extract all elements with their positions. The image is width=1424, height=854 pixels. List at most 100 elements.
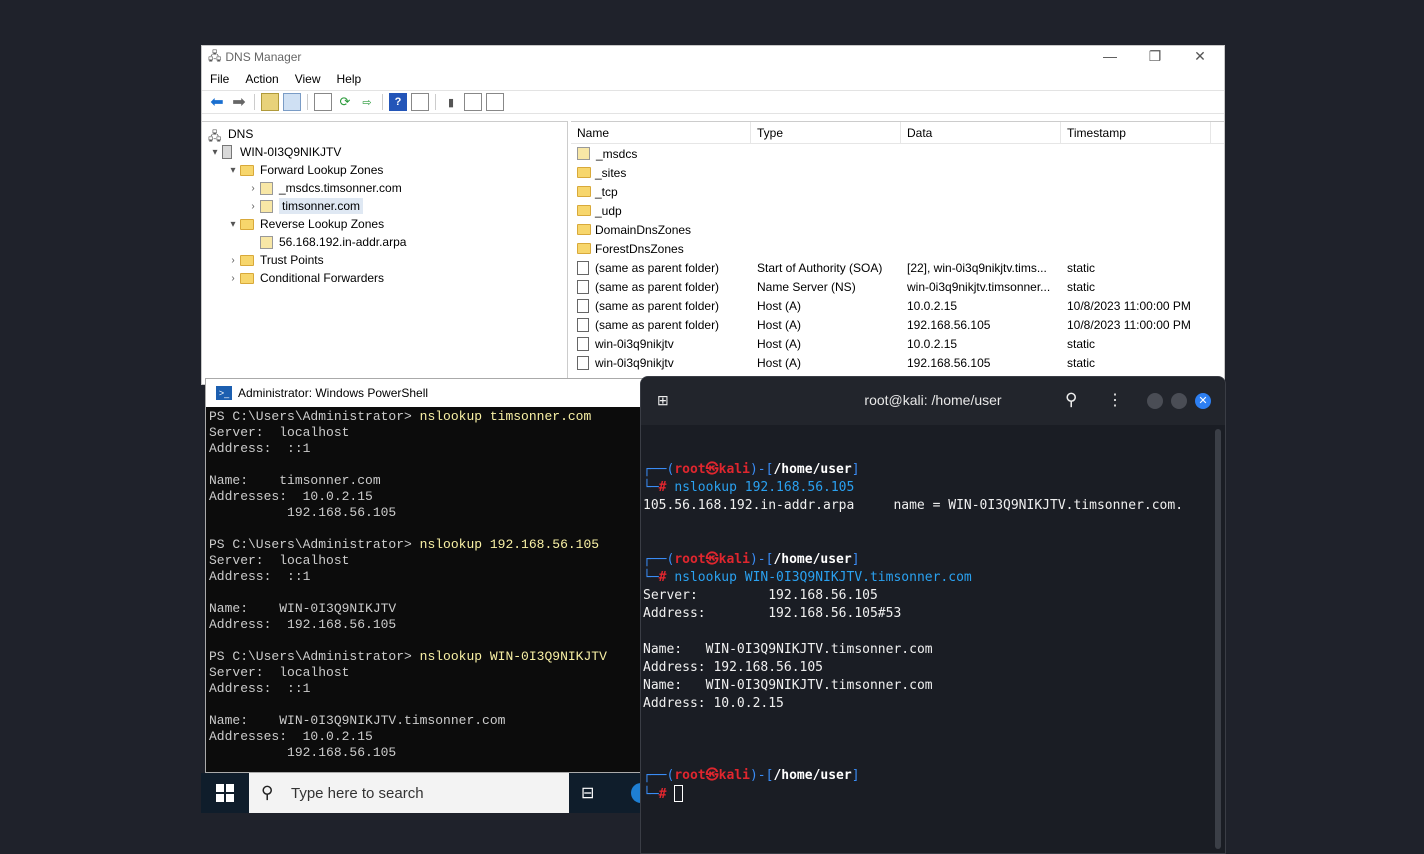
dns-tree-pane: 🖧 DNS ▾ WIN-0I3Q9NIKJTV ▾ Forward Lookup… [202,121,568,385]
powershell-console[interactable]: PS C:\Users\Administrator> nslookup tims… [206,407,644,763]
ps-output: Server: localhost Address: ::1 Name: WIN… [209,665,506,760]
prompt-cwd: /home/user [773,768,852,783]
record-name-cell: DomainDnsZones [571,223,751,237]
menu-help[interactable]: Help [337,72,362,86]
maximize-icon[interactable] [1171,393,1187,409]
task-view-icon[interactable]: ⊟ [581,783,605,803]
properties-icon[interactable] [314,93,332,111]
close-icon[interactable]: ✕ [1177,46,1223,68]
tree-item-reverse-zones[interactable]: ▾ Reverse Lookup Zones [226,215,384,233]
prompt-cwd: /home/user [773,552,852,567]
chevron-down-icon[interactable]: ▾ [208,147,222,158]
table-row[interactable]: (same as parent folder) Name Server (NS) w… [571,277,1224,296]
minimize-icon[interactable] [1147,393,1163,409]
table-row[interactable]: DomainDnsZones [571,220,1224,239]
tree-item-conditional-forwarders[interactable]: › Conditional Forwarders [226,269,384,287]
taskbar-search[interactable]: ⚲ Type here to search [249,773,569,813]
record-type: Host (A) [757,336,802,351]
chevron-right-icon[interactable]: › [226,273,240,284]
chevron-right-icon[interactable]: › [246,183,260,194]
column-header-timestamp[interactable]: Timestamp [1061,122,1211,143]
folder-icon [577,205,591,216]
table-row[interactable]: (same as parent folder) Start of Authorit… [571,258,1224,277]
record-name: ForestDnsZones [595,241,684,256]
chevron-down-icon[interactable]: ▾ [226,165,240,176]
list-rows: _msdcs _sites _tcp _udp DomainDnsZones Forest… [571,144,1224,372]
folder-icon [577,167,591,178]
server-icon[interactable]: ▮ [442,93,460,111]
record-icon [577,317,589,332]
table-row[interactable]: _tcp [571,182,1224,201]
tree-item-dns[interactable]: 🖧 DNS [208,125,253,143]
close-icon[interactable]: ✕ [1195,393,1211,409]
list-icon[interactable] [464,93,482,111]
table-row[interactable]: _udp [571,201,1224,220]
tree-item-reverse-zone[interactable]: 56.168.192.in-addr.arpa [260,233,406,251]
tree-item-forward-zones[interactable]: ▾ Forward Lookup Zones [226,161,383,179]
record-type: Name Server (NS) [757,279,856,294]
prompt-at: ㉿ [705,768,719,783]
record-type: Start of Authority (SOA) [757,260,883,275]
show-tree-icon[interactable] [283,93,301,111]
dns-title-bar[interactable]: 🖧 DNS Manager — ❐ ✕ [202,46,1224,68]
chevron-down-icon[interactable]: ▾ [226,219,240,230]
up-folder-icon[interactable] [261,93,279,111]
terminal-cursor [674,785,684,802]
dns-menu-bar: File Action View Help [202,68,1224,90]
ps-prompt: PS C:\Users\Administrator> [209,649,420,664]
menu-view[interactable]: View [295,72,321,86]
folder-icon [577,186,591,197]
powershell-title: Administrator: Windows PowerShell [238,386,429,400]
record-data: [22], win-0i3q9nikjtv.tims... [907,260,1047,275]
record-timestamp: static [1067,279,1096,294]
column-header-data[interactable]: Data [901,122,1061,143]
table-row[interactable]: _sites [571,163,1224,182]
column-header-type[interactable]: Type [751,122,901,143]
export-list-icon[interactable]: ⇨ [358,93,376,111]
forward-arrow-icon[interactable]: ➡ [230,93,248,111]
refresh-icon[interactable]: ⟳ [336,93,354,111]
prompt-user: root [674,552,706,567]
action-pane-icon[interactable] [411,93,429,111]
prompt-host: kali [718,462,750,477]
kali-title-bar[interactable]: ⊞ root@kali: /home/user ⚲ ⋮ ✕ [641,377,1225,425]
table-row[interactable]: win-0i3q9nikjtv Host (A) 192.168.56.105 sta… [571,353,1224,372]
back-arrow-icon[interactable]: ⬅ [208,93,226,111]
column-header-name[interactable]: Name [571,122,751,143]
kali-terminal-output[interactable]: ┌──(root㉿kali)-[/home/user] └─# nslookup… [643,461,1211,804]
records-icon[interactable] [486,93,504,111]
record-name-cell: (same as parent folder) [571,279,751,294]
folder-icon [240,218,254,230]
restore-icon[interactable]: ❐ [1132,46,1178,68]
record-name: (same as parent folder) [595,298,720,313]
table-row[interactable]: (same as parent folder) Host (A) 192.168.5… [571,315,1224,334]
tree-item-msdcs[interactable]: › _msdcs.timsonner.com [246,179,401,197]
table-row[interactable]: ForestDnsZones [571,239,1224,258]
windows-taskbar: ⚲ Type here to search ⊟ [201,773,651,813]
table-row[interactable]: _msdcs [571,144,1224,163]
minimize-icon[interactable]: — [1087,46,1133,68]
kali-command: nslookup 192.168.56.105 [674,480,855,495]
ps-output: Server: localhost Address: ::1 Name: WIN… [209,553,397,632]
help-icon[interactable]: ? [389,93,407,111]
kebab-menu-icon[interactable]: ⋮ [1107,390,1123,410]
tree-label: DNS [228,127,254,141]
table-row[interactable]: (same as parent folder) Host (A) 10.0.2.15… [571,296,1224,315]
record-icon [577,260,589,275]
record-name: DomainDnsZones [595,222,692,237]
tree-label: timsonner.com [279,198,364,214]
chevron-right-icon[interactable]: › [246,201,260,212]
menu-action[interactable]: Action [245,72,278,86]
tree-item-timsonner[interactable]: › timsonner.com [246,197,364,215]
terminal-scrollbar[interactable] [1215,429,1221,849]
dns-toolbar: ⬅ ➡ ⟳ ⇨ ? ▮ [202,90,1224,114]
start-button[interactable] [201,773,249,813]
tree-item-trust-points[interactable]: › Trust Points [226,251,323,269]
search-icon[interactable]: ⚲ [1065,390,1077,410]
tree-item-server[interactable]: ▾ WIN-0I3Q9NIKJTV [208,143,341,161]
chevron-right-icon[interactable]: › [226,255,240,266]
table-row[interactable]: win-0i3q9nikjtv Host (A) 10.0.2.15 static [571,334,1224,353]
menu-file[interactable]: File [210,72,229,86]
prompt-user: root [674,462,706,477]
powershell-title-bar[interactable]: >_ Administrator: Windows PowerShell [206,379,644,407]
